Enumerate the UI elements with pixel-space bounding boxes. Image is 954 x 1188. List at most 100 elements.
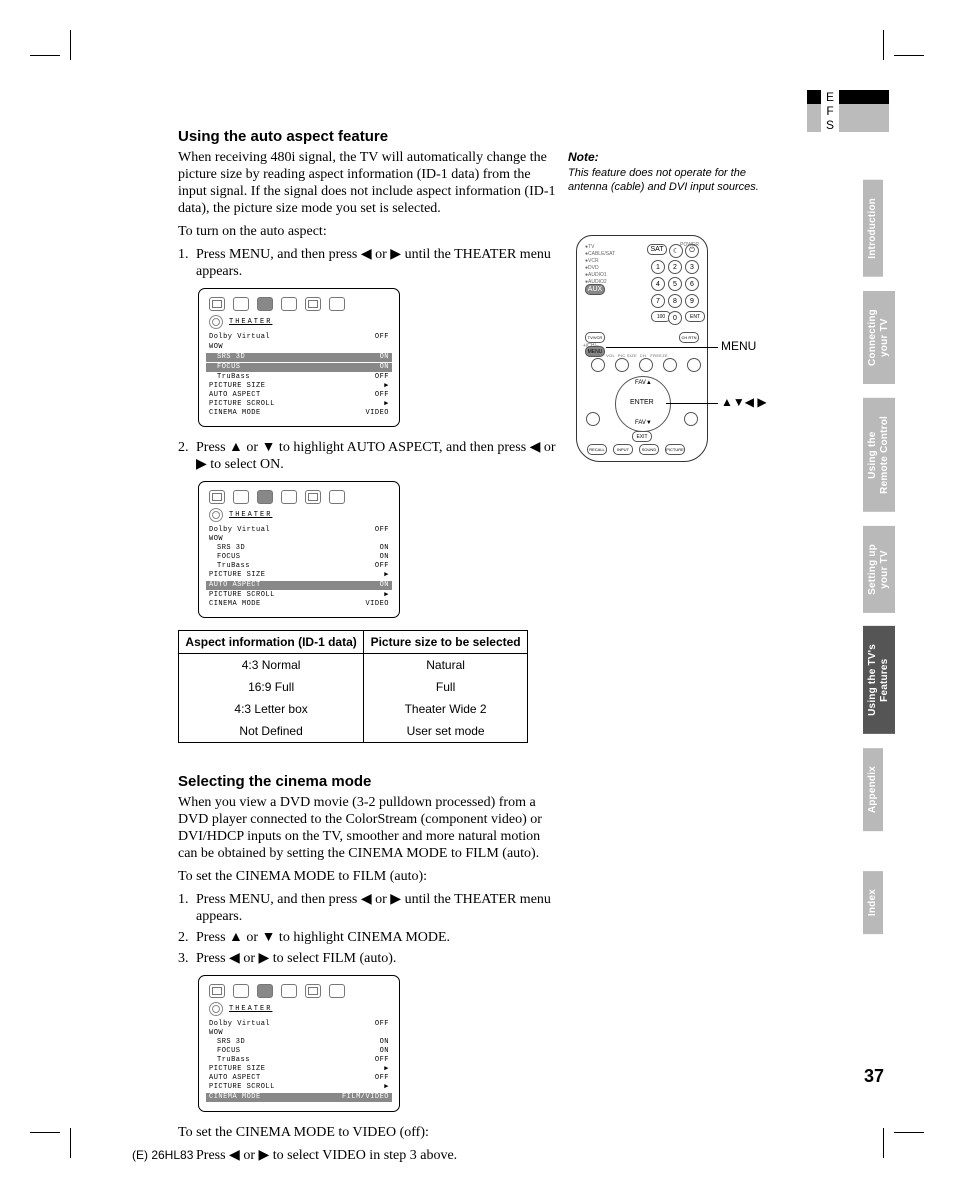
osd-k: FOCUS <box>209 1047 241 1056</box>
lang-row-e: E <box>807 90 889 104</box>
osd-icon <box>233 297 249 311</box>
osd-k: PICTURE SIZE <box>209 382 265 391</box>
osd-k: TruBass <box>209 562 250 571</box>
osd-k: PICTURE SCROLL <box>209 400 275 409</box>
osd-v: VIDEO <box>365 600 389 609</box>
osd-k: AUTO ASPECT <box>209 391 261 400</box>
language-tabs: E F S <box>807 90 889 132</box>
osd-k: PICTURE SIZE <box>209 571 265 580</box>
osd-v: ▶ <box>384 571 389 580</box>
osd-icon <box>281 984 297 998</box>
step-s2-1: Press MENU, and then press ◀ or ▶ until … <box>196 892 551 924</box>
table-cell: 16:9 Full <box>179 676 364 698</box>
osd-icon <box>233 984 249 998</box>
osd-v: OFF <box>375 1020 389 1029</box>
lang-row-f: F <box>807 104 889 118</box>
osd-icon <box>305 490 321 504</box>
osd-k: CINEMA MODE <box>209 409 261 418</box>
osd-icon <box>257 490 273 504</box>
osd-icon <box>233 490 249 504</box>
osd-k: FOCUS <box>209 363 241 372</box>
osd-icon <box>281 297 297 311</box>
para-s1-2: To turn on the auto aspect: <box>178 223 788 240</box>
osd-k: WOW <box>209 343 223 352</box>
osd-k: PICTURE SCROLL <box>209 1083 275 1092</box>
side-tab-connecting: Connectingyour TV <box>863 291 895 384</box>
projector-icon <box>209 508 223 522</box>
para-s2-4: Press ◀ or ▶ to select VIDEO in step 3 a… <box>196 1147 788 1164</box>
osd-icon <box>209 490 225 504</box>
table-cell: 4:3 Normal <box>179 654 364 677</box>
side-tab-remote: Using theRemote Control <box>863 398 895 512</box>
side-tab-features: Using the TV'sFeatures <box>863 626 895 734</box>
heading-cinema-mode: Selecting the cinema mode <box>178 773 788 790</box>
table-cell: Theater Wide 2 <box>364 698 528 720</box>
osd-v: OFF <box>375 562 389 571</box>
osd-icon <box>305 984 321 998</box>
table-cell: Not Defined <box>179 720 364 743</box>
osd-v: ON <box>380 1047 389 1056</box>
crop-mark-tl <box>30 30 90 90</box>
lang-letter-s: S <box>821 118 839 132</box>
lang-bar-e <box>839 90 889 104</box>
osd-k: CINEMA MODE <box>209 1093 261 1102</box>
osd-icon <box>209 984 225 998</box>
para-s2-1: When you view a DVD movie (3-2 pulldown … <box>178 794 563 862</box>
osd-v: ▶ <box>384 591 389 600</box>
aspect-table: Aspect information (ID-1 data) Picture s… <box>178 630 528 743</box>
table-row: 4:3 Letter boxTheater Wide 2 <box>179 698 528 720</box>
crop-mark-br <box>864 1098 924 1158</box>
step-s2-3: Press ◀ or ▶ to select FILM (auto). <box>196 951 396 966</box>
step-s1-1: Press MENU, and then press ◀ or ▶ until … <box>196 247 551 279</box>
osd-v: ▶ <box>384 400 389 409</box>
table-cell: User set mode <box>364 720 528 743</box>
osd-screenshot-3: THEATER Dolby VirtualOFF WOW SRS 3DON FO… <box>198 975 400 1112</box>
osd-k: TruBass <box>209 1056 250 1065</box>
osd-v: OFF <box>375 1056 389 1065</box>
osd-v: OFF <box>375 526 389 535</box>
table-cell: 4:3 Letter box <box>179 698 364 720</box>
side-tab-appendix: Appendix <box>863 748 883 831</box>
osd-v: OFF <box>375 333 389 342</box>
lang-indicator-e <box>807 90 821 104</box>
osd-screenshot-1: THEATER Dolby Virtual OFF WOW SRS 3D ON FO… <box>198 288 400 427</box>
osd-k: SRS 3D <box>209 353 245 362</box>
osd-k: TruBass <box>209 373 250 382</box>
lang-row-s: S <box>807 118 889 132</box>
heading-auto-aspect: Using the auto aspect feature <box>178 128 788 145</box>
osd-k: SRS 3D <box>209 1038 245 1047</box>
page-number: 37 <box>864 1066 884 1087</box>
osd-v: FILM/VIDEO <box>342 1093 389 1102</box>
table-header-aspect: Aspect information (ID-1 data) <box>179 631 364 654</box>
table-row: Not DefinedUser set mode <box>179 720 528 743</box>
osd-v: ON <box>380 544 389 553</box>
footer-model: (E) 26HL83 <box>132 1148 193 1162</box>
osd-icon <box>257 297 273 311</box>
osd-k: AUTO ASPECT <box>209 581 261 590</box>
osd-title: THEATER <box>229 1005 272 1014</box>
side-tab-setup: Setting upyour TV <box>863 526 895 613</box>
osd-title: THEATER <box>229 511 272 520</box>
main-content: Using the auto aspect feature When recei… <box>178 128 788 1170</box>
osd-v: OFF <box>375 1074 389 1083</box>
crop-mark-tr <box>864 30 924 90</box>
osd-icon <box>281 490 297 504</box>
table-row: 4:3 NormalNatural <box>179 654 528 677</box>
side-tab-index: Index <box>863 871 883 934</box>
para-s2-2: To set the CINEMA MODE to FILM (auto): <box>178 868 788 885</box>
osd-title: THEATER <box>229 318 272 327</box>
crop-mark-bl <box>30 1098 90 1158</box>
osd-v: ▶ <box>384 1065 389 1074</box>
osd-v: VIDEO <box>365 409 389 418</box>
osd-k: CINEMA MODE <box>209 600 261 609</box>
osd-v: ON <box>380 363 389 372</box>
osd-v: ON <box>380 1038 389 1047</box>
step-s2-2: Press ▲ or ▼ to highlight CINEMA MODE. <box>196 930 450 945</box>
osd-k: SRS 3D <box>209 544 245 553</box>
osd-k: Dolby Virtual <box>209 1020 270 1029</box>
osd-k: WOW <box>209 535 223 544</box>
osd-icon <box>305 297 321 311</box>
osd-k: Dolby Virtual <box>209 333 270 342</box>
table-cell: Full <box>364 676 528 698</box>
para-s2-3: To set the CINEMA MODE to VIDEO (off): <box>178 1124 788 1141</box>
